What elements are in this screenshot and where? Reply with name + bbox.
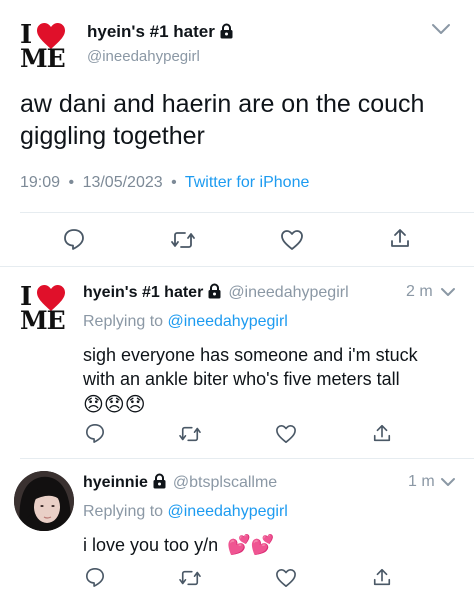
like-icon <box>281 230 303 250</box>
retweet-button[interactable] <box>178 568 202 588</box>
profile-photo-avatar[interactable] <box>14 471 74 531</box>
reply-author-handle[interactable]: @btsplscallme <box>173 474 277 491</box>
lock-icon <box>208 283 221 299</box>
meta-separator: • <box>171 174 177 191</box>
main-author-name-text: hyein's #1 hater <box>87 22 215 41</box>
reply-button[interactable] <box>85 423 105 443</box>
retweet-button[interactable] <box>170 229 196 251</box>
replying-to: Replying to @ineedahypegirl <box>83 313 288 331</box>
lock-icon <box>220 23 233 39</box>
reply-text-body: i love you too y/n <box>83 535 219 555</box>
retweet-button[interactable] <box>178 424 202 444</box>
logo-letters-me: ME <box>20 306 66 335</box>
replying-to: Replying to @ineedahypegirl <box>83 503 288 521</box>
reply-time: 2 m <box>406 283 433 300</box>
reply-emoji: 💕💕 <box>227 535 275 556</box>
reply-author-name[interactable]: hyeinnie <box>83 473 167 491</box>
replying-to-mention[interactable]: @ineedahypegirl <box>168 313 288 330</box>
lock-icon <box>153 473 166 489</box>
chevron-down-icon[interactable] <box>440 287 456 298</box>
divider <box>0 266 474 267</box>
retweet-icon <box>179 570 201 586</box>
reply-author-name[interactable]: hyein's #1 hater <box>83 283 222 301</box>
tweet-time: 19:09 <box>20 174 61 191</box>
avatar-image <box>14 471 74 531</box>
share-button[interactable] <box>389 227 411 249</box>
main-author-handle[interactable]: @ineedahypegirl <box>87 48 200 65</box>
reply-icon <box>64 229 84 250</box>
retweet-icon <box>179 426 201 442</box>
like-button[interactable] <box>275 424 297 444</box>
like-icon <box>276 425 296 443</box>
meta-separator: • <box>68 174 75 191</box>
reply-text: i love you too y/n 💕💕 <box>83 533 463 558</box>
reply-icon <box>86 424 104 443</box>
reply-text-line: with an ankle biter who's five meters ta… <box>83 369 400 389</box>
reply-text: sigh everyone has someone and i'm stuck … <box>83 343 463 419</box>
chevron-down-icon[interactable] <box>430 22 452 36</box>
divider <box>20 212 474 213</box>
reply-emoji: 😞😞😞 <box>83 394 146 416</box>
tweet-source-link[interactable]: Twitter for iPhone <box>185 174 310 191</box>
reply-button[interactable] <box>85 567 105 587</box>
share-icon <box>373 568 391 586</box>
reply-button[interactable] <box>63 228 85 250</box>
logo-letters-me: ME <box>20 44 66 73</box>
reply-header: hyein's #1 hater @ineedahypegirl <box>83 283 349 302</box>
reply-header: hyeinnie @btsplscallme <box>83 473 277 492</box>
reply-author-name-text: hyeinnie <box>83 474 148 491</box>
reply-text-line: sigh everyone has someone and i'm stuck <box>83 345 418 365</box>
like-button[interactable] <box>275 568 297 588</box>
replying-to-label: Replying to <box>83 503 164 520</box>
like-icon <box>276 569 296 587</box>
tweet-date: 13/05/2023 <box>82 174 163 191</box>
replying-to-label: Replying to <box>83 313 164 330</box>
reply-icon <box>86 568 104 587</box>
share-icon <box>391 229 409 247</box>
author-avatar-logo[interactable]: I ME <box>20 22 76 78</box>
main-tweet-meta: 19:09 • 13/05/2023 • Twitter for iPhone <box>20 174 309 192</box>
main-tweet-text: aw dani and haerin are on the couch gigg… <box>20 90 425 150</box>
reply-avatar-logo[interactable]: I ME <box>20 284 76 340</box>
replying-to-mention[interactable]: @ineedahypegirl <box>168 503 288 520</box>
share-icon <box>373 424 391 442</box>
reply-time: 1 m <box>408 473 435 490</box>
reply-author-handle[interactable]: @ineedahypegirl <box>228 284 348 301</box>
like-button[interactable] <box>280 229 304 251</box>
share-button[interactable] <box>372 423 392 443</box>
share-button[interactable] <box>372 567 392 587</box>
divider <box>20 458 474 459</box>
main-author-name[interactable]: hyein's #1 hater <box>87 22 234 42</box>
retweet-icon <box>171 232 195 248</box>
chevron-down-icon[interactable] <box>440 477 456 488</box>
reply-author-name-text: hyein's #1 hater <box>83 284 204 301</box>
